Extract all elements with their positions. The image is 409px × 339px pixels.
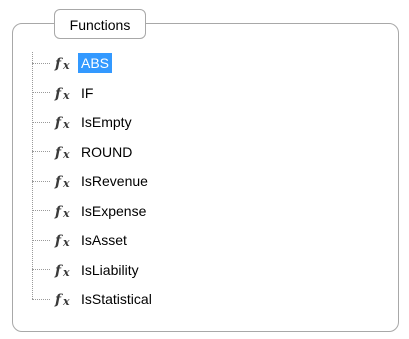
tree-connector-branch <box>32 121 50 123</box>
tree-item[interactable]: f x IsLiability <box>30 259 330 281</box>
tree-item[interactable]: f x IsExpense <box>30 200 330 222</box>
tree-connector-branch <box>32 62 50 64</box>
tree-item-label: ROUND <box>81 143 133 160</box>
functions-group-title: Functions <box>54 9 146 39</box>
svg-text:x: x <box>62 207 70 219</box>
tree-connector-branch <box>32 239 50 241</box>
tree-item-label: ABS <box>78 53 113 73</box>
tree-item[interactable]: f x IF <box>30 82 330 104</box>
svg-text:x: x <box>62 148 70 160</box>
function-fx-icon: fx <box>54 261 76 279</box>
tree-connector-branch <box>32 269 50 270</box>
svg-text:x: x <box>62 89 70 101</box>
function-fx-icon: fx <box>54 143 76 161</box>
svg-text:x: x <box>62 236 70 248</box>
svg-text:x: x <box>62 266 70 278</box>
tree-item-label: IsAsset <box>81 232 127 248</box>
function-fx-icon: fx <box>54 54 76 72</box>
function-fx-icon: fx <box>54 172 76 190</box>
tree-connector-branch <box>32 180 50 182</box>
tree-item[interactable]: f x IsAsset <box>30 229 330 251</box>
tree-connector-branch <box>32 151 50 152</box>
function-fx-icon: fx <box>54 113 76 131</box>
function-fx-icon: fx <box>54 231 76 249</box>
tree-connector-branch <box>32 92 50 93</box>
tree-item-label: IsEmpty <box>81 114 132 130</box>
tree-connector-branch <box>32 210 50 211</box>
tree-item[interactable]: f x ROUND <box>30 141 330 163</box>
function-fx-icon: fx <box>54 84 76 102</box>
tree-item[interactable]: f x IsStatistical <box>30 288 330 310</box>
tree-item-label: IsRevenue <box>81 173 148 189</box>
tree-item-label: IsLiability <box>81 261 139 278</box>
svg-text:x: x <box>62 177 70 189</box>
functions-tree[interactable]: f x ABS f x IF f x IsEmpty f x ROUND f x IsRevenue f x Is… <box>30 48 390 308</box>
tree-item[interactable]: f x IsEmpty <box>30 111 330 133</box>
tree-item[interactable]: f x IsRevenue <box>30 170 330 192</box>
tree-item-label: IF <box>81 84 94 101</box>
svg-text:x: x <box>62 295 70 307</box>
tree-item-label: IsStatistical <box>81 291 152 307</box>
function-fx-icon: fx <box>54 202 76 220</box>
function-fx-icon: fx <box>54 290 76 308</box>
tree-connector-branch <box>32 298 50 300</box>
tree-item-label: IsExpense <box>81 202 147 219</box>
tree-item[interactable]: f x ABS <box>30 52 330 74</box>
svg-text:x: x <box>62 118 70 130</box>
svg-text:x: x <box>62 59 70 71</box>
